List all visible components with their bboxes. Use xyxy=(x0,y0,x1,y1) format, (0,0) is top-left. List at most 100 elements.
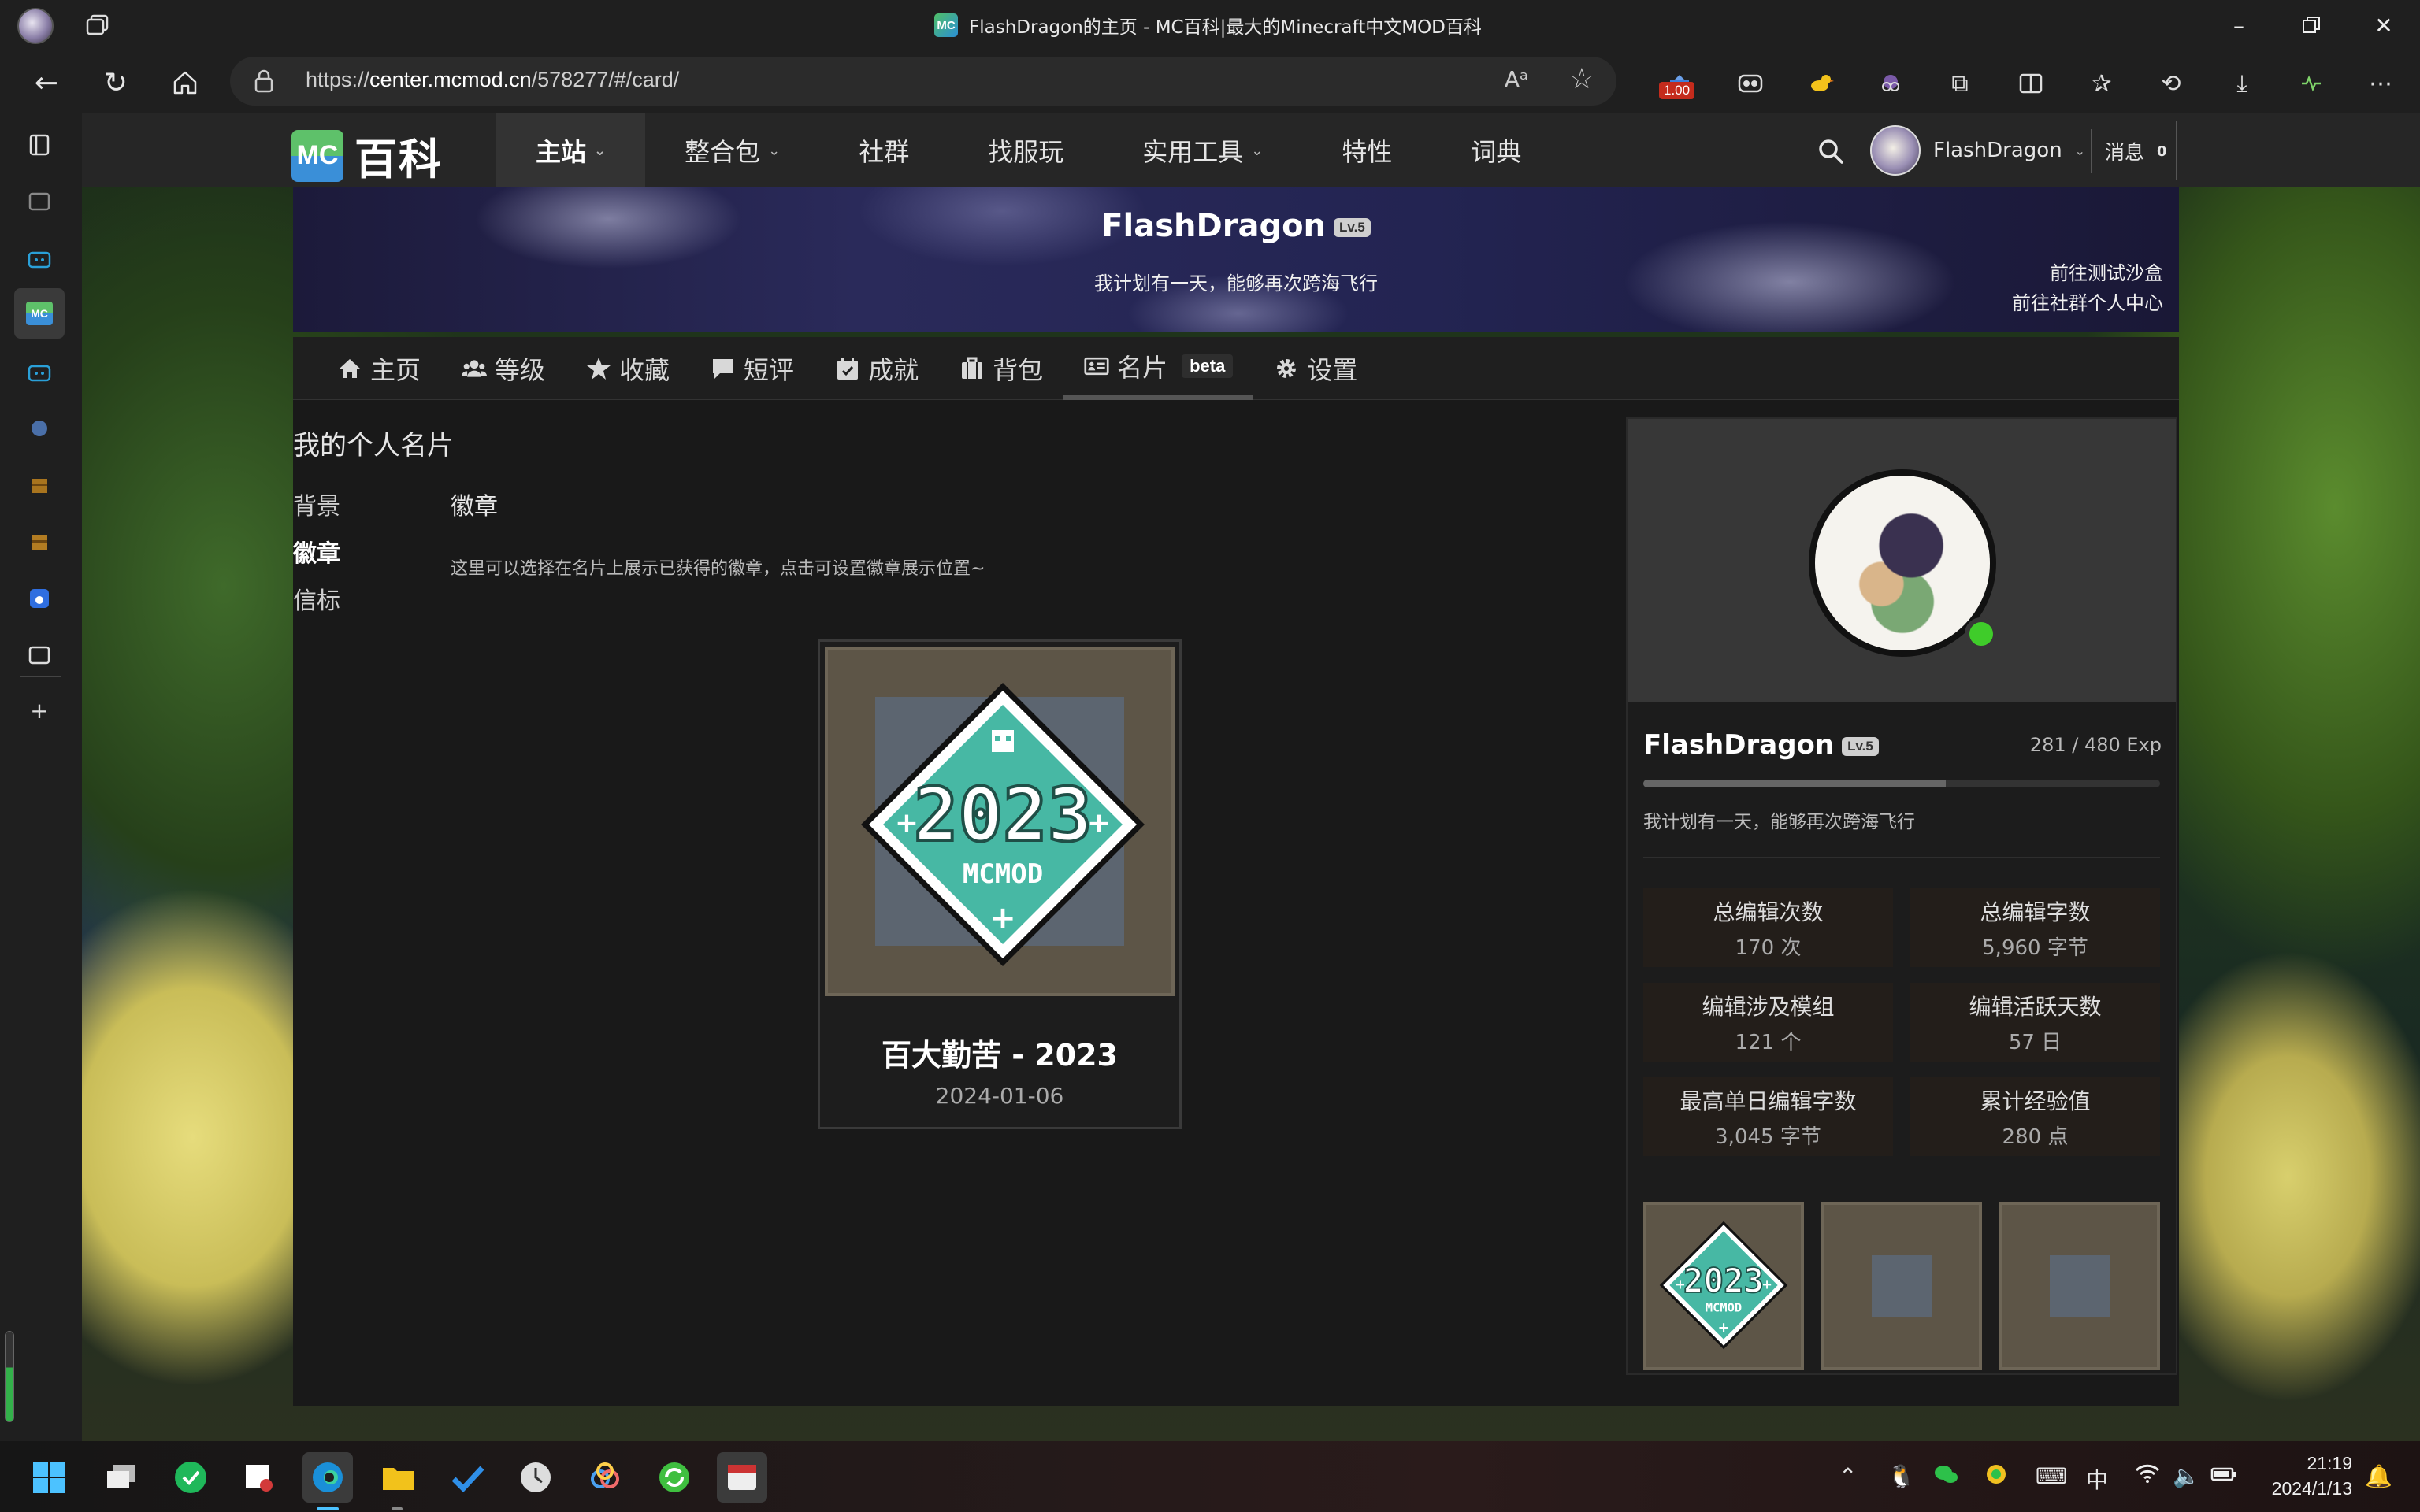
nav-item-dictionary[interactable]: 词典 xyxy=(1431,113,1561,187)
sidebar-mcmod-icon[interactable]: MC xyxy=(14,288,65,339)
show-hidden-icons-icon[interactable]: ⌃ xyxy=(1839,1463,1857,1489)
extension-duck-icon[interactable] xyxy=(1804,66,1839,101)
tab-settings[interactable]: 设置 xyxy=(1253,337,1378,400)
section-background[interactable]: 背景 xyxy=(293,487,340,534)
badge-slot-1[interactable]: 2023 MCMOD + + + xyxy=(1643,1202,1804,1370)
sidebar-panel-icon[interactable] xyxy=(22,128,57,162)
svg-text:+: + xyxy=(895,807,919,839)
sidebar-app-icon[interactable] xyxy=(22,184,57,219)
wechat-tray-icon[interactable] xyxy=(1933,1463,1958,1491)
history-icon[interactable]: ⟲ xyxy=(2154,66,2188,101)
notification-bell-icon[interactable]: 🔔 xyxy=(2365,1463,2392,1489)
battery-icon[interactable] xyxy=(2210,1463,2237,1489)
sidebar-baidu-icon[interactable] xyxy=(22,581,57,616)
badge-card[interactable]: 2023 MCMOD + + + 百大勤苦 - 2023 2024-01-06 xyxy=(818,639,1182,1129)
sandbox-link[interactable]: 前往测试沙盒 xyxy=(2012,258,2163,288)
user-menu[interactable]: FlashDragon ⌄ xyxy=(1870,121,2085,180)
todo-icon[interactable] xyxy=(443,1452,493,1503)
nav-item-tools[interactable]: 实用工具 ⌄ xyxy=(1103,113,1302,187)
lock-icon[interactable] xyxy=(254,69,274,93)
clock-app-icon[interactable] xyxy=(510,1452,561,1503)
more-icon[interactable]: ⋯ xyxy=(2363,66,2398,101)
nav-item-main[interactable]: 主站 ⌄ xyxy=(496,113,646,187)
close-button[interactable]: ✕ xyxy=(2348,0,2420,50)
tab-comments[interactable]: 短评 xyxy=(690,337,815,400)
extension-mask-icon[interactable] xyxy=(1733,66,1768,101)
messages-count: 0 xyxy=(2157,143,2167,160)
app-tray-icon[interactable] xyxy=(1985,1463,2007,1491)
clock-time: 21:19 xyxy=(2307,1453,2352,1473)
tab-achievements[interactable]: 成就 xyxy=(815,337,939,400)
user-name: FlashDragon xyxy=(1933,139,2062,162)
community-center-link[interactable]: 前往社群个人中心 xyxy=(2012,288,2163,318)
section-badges[interactable]: 徽章 xyxy=(293,534,340,581)
nav-item-community[interactable]: 社群 xyxy=(819,113,948,187)
stat-total-bytes: 总编辑字数 5,960 字节 xyxy=(1910,888,2160,967)
refresh-icon: ↻ xyxy=(103,66,128,99)
start-icon[interactable] xyxy=(24,1452,74,1503)
keyboard-icon[interactable]: ⌨ xyxy=(2036,1463,2067,1489)
search-icon[interactable] xyxy=(1817,137,1845,165)
refresh-button[interactable]: ↻ xyxy=(96,63,135,102)
video-app-icon[interactable] xyxy=(717,1452,767,1503)
tab-card[interactable]: 名片 beta xyxy=(1063,337,1254,400)
minimize-button[interactable]: – xyxy=(2203,0,2275,50)
section-heading: 徽章 xyxy=(451,493,498,521)
snipping-icon[interactable] xyxy=(235,1452,285,1503)
nav-item-servers[interactable]: 找服玩 xyxy=(948,113,1103,187)
wifi-icon[interactable] xyxy=(2135,1463,2160,1489)
url-bar[interactable]: https://center.mcmod.cn/578277/#/card/ A… xyxy=(230,57,1616,106)
stat-value: 170 次 xyxy=(1735,936,1802,960)
tab-bag[interactable]: 背包 xyxy=(939,337,1063,400)
users-icon xyxy=(462,360,488,377)
split-screen-icon[interactable] xyxy=(2014,66,2048,101)
card-section-list: 背景 徽章 信标 xyxy=(293,487,340,628)
messages-button[interactable]: 消息 0 xyxy=(2091,129,2167,173)
restore-button[interactable] xyxy=(2275,0,2348,50)
favorite-star-icon[interactable]: ☆ xyxy=(1569,63,1594,95)
sidebar-add-icon[interactable]: + xyxy=(22,693,57,728)
site-logo[interactable]: MC 百科 xyxy=(291,124,443,187)
back-button[interactable]: ← xyxy=(27,63,66,102)
task-view-icon[interactable] xyxy=(96,1452,147,1503)
ime-indicator[interactable]: 中 xyxy=(2086,1463,2108,1495)
volume-icon[interactable]: 🔈 xyxy=(2173,1463,2200,1489)
home-button[interactable] xyxy=(165,63,205,102)
qq-tray-icon[interactable]: 🐧 xyxy=(1887,1463,1915,1489)
read-aloud-icon[interactable]: Aᵃ xyxy=(1505,66,1528,92)
stat-value: 5,960 字节 xyxy=(1982,936,2088,960)
badge-slot-2[interactable] xyxy=(1821,1202,1982,1370)
sidebar-chest-icon-2[interactable] xyxy=(22,524,57,559)
clock-date: 2024/1/13 xyxy=(2271,1478,2352,1499)
edge-icon[interactable] xyxy=(302,1452,353,1503)
system-clock[interactable]: 21:19 2024/1/13 xyxy=(2272,1451,2352,1501)
section-beacons[interactable]: 信标 xyxy=(293,581,340,628)
svg-text:+: + xyxy=(1087,807,1111,839)
tab-home[interactable]: 主页 xyxy=(317,337,441,400)
profile-avatar-icon[interactable] xyxy=(17,8,54,44)
sidebar-bilibili-icon[interactable] xyxy=(22,241,57,276)
sidebar-chest-icon[interactable] xyxy=(22,468,57,502)
tab-level[interactable]: 等级 xyxy=(441,337,566,400)
profile-tabs: 主页 等级 收藏 短评 成就 背包 名片 beta 设置 xyxy=(293,337,2179,400)
wechat-work-icon[interactable] xyxy=(165,1452,216,1503)
sidebar-dragon-icon[interactable] xyxy=(22,411,57,446)
favorites-icon[interactable]: ✰ xyxy=(2084,66,2119,101)
tab-favorites[interactable]: 收藏 xyxy=(566,337,690,400)
badge-slot-3[interactable] xyxy=(1999,1202,2160,1370)
baidu-netdisk-icon[interactable] xyxy=(580,1452,630,1503)
stat-value: 57 日 xyxy=(2008,1030,2062,1054)
update-icon[interactable] xyxy=(649,1452,700,1503)
performance-icon[interactable] xyxy=(2294,66,2329,101)
tab-actions-icon[interactable] xyxy=(85,14,110,36)
nav-item-modpack[interactable]: 整合包 ⌄ xyxy=(645,113,819,187)
extensions-puzzle-icon[interactable]: ⧉ xyxy=(1943,66,1977,101)
sidebar-bilibili-icon-2[interactable] xyxy=(22,354,57,389)
extension-glasses-icon[interactable] xyxy=(1873,66,1908,101)
sidebar-app-icon-2[interactable] xyxy=(22,638,57,673)
downloads-icon[interactable]: ⤓ xyxy=(2225,66,2259,101)
url-text[interactable]: https://center.mcmod.cn/578277/#/card/ xyxy=(306,68,679,92)
nav-item-features[interactable]: 特性 xyxy=(1302,113,1431,187)
file-explorer-icon[interactable] xyxy=(373,1452,424,1503)
sidebar-progress-indicator xyxy=(5,1331,14,1422)
